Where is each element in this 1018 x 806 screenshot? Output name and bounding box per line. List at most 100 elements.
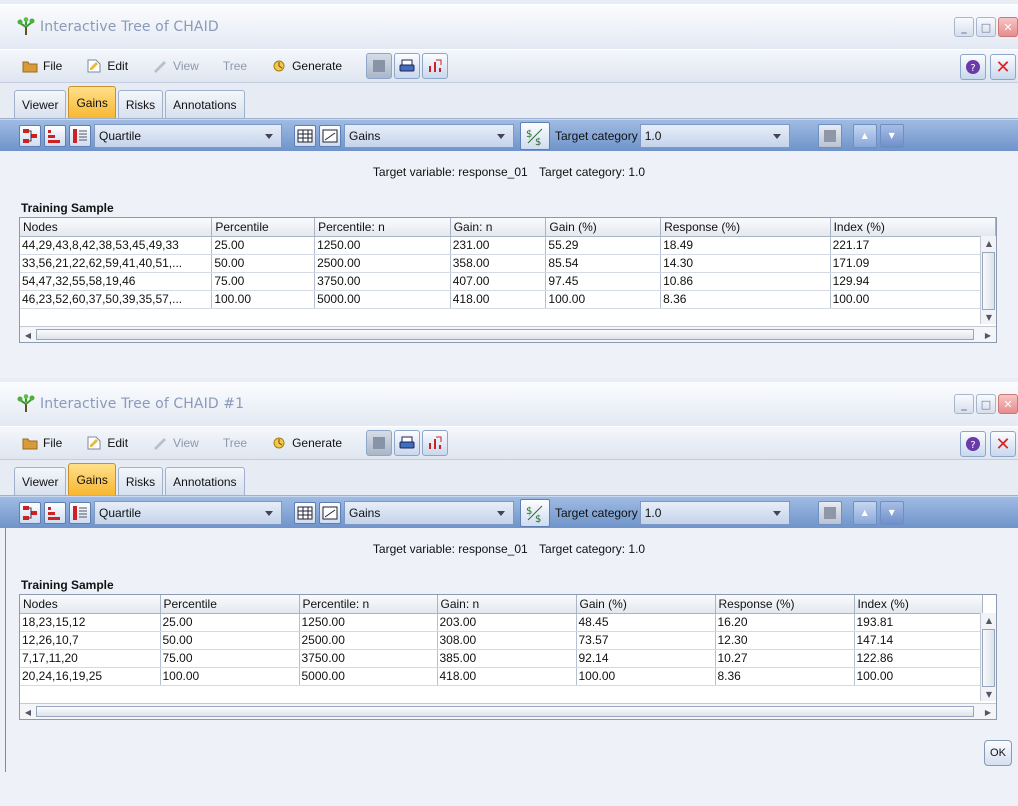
export-button[interactable] xyxy=(422,430,449,456)
target-category-select[interactable]: 1.0 xyxy=(639,123,790,148)
display-select[interactable]: Gains xyxy=(344,123,514,148)
scroll-up-icon[interactable]: ▲ xyxy=(982,236,996,250)
sort-descending-button[interactable]: ▼ xyxy=(879,123,904,148)
column-header[interactable]: Percentile: n xyxy=(314,218,451,237)
scroll-left-icon[interactable]: ◀ xyxy=(21,328,35,342)
table-row[interactable]: 20,24,16,19,25 100.00 5000.00 418.00 100.00 8… xyxy=(20,667,983,686)
table-row[interactable]: 44,29,43,8,42,38,53,45,49,33 25.00 1250.00… xyxy=(20,236,996,255)
minimize-button[interactable]: _ xyxy=(954,17,974,37)
table-row[interactable]: 12,26,10,7 50.00 2500.00 308.00 73.57 12.30 14… xyxy=(20,631,983,650)
column-header[interactable]: Percentile xyxy=(160,595,300,614)
table-cell: 3750.00 xyxy=(299,649,438,668)
chart-view-button[interactable] xyxy=(319,501,341,524)
table-cell: 100.00 xyxy=(160,667,300,686)
scroll-thumb[interactable] xyxy=(982,252,995,310)
maximize-button[interactable]: □ xyxy=(976,17,996,37)
display-select[interactable]: Gains xyxy=(344,500,514,525)
column-header[interactable]: Index (%) xyxy=(854,595,983,614)
table-row[interactable]: 18,23,15,12 25.00 1250.00 203.00 48.45 16.20 1… xyxy=(20,613,983,632)
table-cell: 1250.00 xyxy=(314,236,451,255)
export-button[interactable] xyxy=(422,53,449,79)
column-header[interactable]: Response (%) xyxy=(660,218,831,237)
scroll-right-icon[interactable]: ▶ xyxy=(981,705,995,719)
print-button[interactable] xyxy=(394,53,421,79)
table-row[interactable]: 54,47,32,55,58,19,46 75.00 3750.00 407.00 97… xyxy=(20,272,996,291)
column-header[interactable]: Nodes xyxy=(20,595,161,614)
menu-tree[interactable]: Tree xyxy=(223,59,247,73)
node-by-node-button[interactable] xyxy=(19,501,41,524)
column-header[interactable]: Nodes xyxy=(20,218,213,237)
menu-file[interactable]: File xyxy=(22,436,62,450)
print-button[interactable] xyxy=(394,430,421,456)
help-button[interactable]: ? xyxy=(960,431,986,457)
horizontal-scrollbar[interactable]: ◀ ▶ xyxy=(20,326,996,342)
window-close-button[interactable]: ✕ xyxy=(998,394,1018,414)
sort-ascending-button[interactable]: ▲ xyxy=(852,123,877,148)
menu-edit[interactable]: Edit xyxy=(86,59,128,73)
menu-view[interactable]: View xyxy=(152,436,199,450)
menu-edit[interactable]: Edit xyxy=(86,436,128,450)
node-by-node-button[interactable] xyxy=(19,124,41,147)
tab-viewer[interactable]: Viewer xyxy=(14,90,67,118)
help-button[interactable]: ? xyxy=(960,54,986,80)
scroll-left-icon[interactable]: ◀ xyxy=(21,705,35,719)
menu-generate[interactable]: Generate xyxy=(271,59,342,73)
grid-lines-button[interactable] xyxy=(817,500,842,525)
toolbar-disabled-button[interactable] xyxy=(366,430,393,456)
column-header[interactable]: Percentile xyxy=(211,218,316,237)
minimize-button[interactable]: _ xyxy=(954,394,974,414)
table-row[interactable]: 33,56,21,22,62,59,41,40,51,... 50.00 2500.… xyxy=(20,254,996,273)
chart-view-button[interactable] xyxy=(319,124,341,147)
column-header[interactable]: Percentile: n xyxy=(299,595,438,614)
column-header[interactable]: Response (%) xyxy=(715,595,855,614)
ok-button[interactable]: OK xyxy=(984,740,1012,766)
quantile-select[interactable]: Quartile xyxy=(94,500,282,525)
scroll-up-icon[interactable]: ▲ xyxy=(982,613,996,627)
column-header[interactable]: Gain: n xyxy=(437,595,577,614)
column-header[interactable]: Gain (%) xyxy=(576,595,716,614)
scroll-thumb-horizontal[interactable] xyxy=(36,706,974,717)
quantile-toggle-button[interactable] xyxy=(69,124,91,147)
sort-ascending-button[interactable]: ▲ xyxy=(852,500,877,525)
cumulative-button[interactable] xyxy=(44,124,66,147)
profit-button[interactable]: $ $ xyxy=(520,498,550,527)
close-button[interactable]: ✕ xyxy=(990,431,1016,457)
maximize-button[interactable]: □ xyxy=(976,394,996,414)
column-header[interactable]: Gain (%) xyxy=(545,218,662,237)
table-view-button[interactable] xyxy=(294,501,316,524)
table-row[interactable]: 46,23,52,60,37,50,39,35,57,... 100.00 5000… xyxy=(20,290,996,309)
menu-generate[interactable]: Generate xyxy=(271,436,342,450)
scroll-right-icon[interactable]: ▶ xyxy=(981,328,995,342)
grid-lines-button[interactable] xyxy=(817,123,842,148)
scroll-thumb[interactable] xyxy=(982,629,995,687)
cumulative-button[interactable] xyxy=(44,501,66,524)
column-header[interactable]: Index (%) xyxy=(830,218,996,237)
tab-annotations[interactable]: Annotations xyxy=(165,90,245,118)
vertical-scrollbar[interactable]: ▲ ▼ xyxy=(980,613,996,701)
tab-gains[interactable]: Gains xyxy=(68,463,116,495)
profit-button[interactable]: $ $ xyxy=(520,121,550,150)
sort-descending-button[interactable]: ▼ xyxy=(879,500,904,525)
tab-annotations[interactable]: Annotations xyxy=(165,467,245,495)
quantile-toggle-button[interactable] xyxy=(69,501,91,524)
menu-tree[interactable]: Tree xyxy=(223,436,247,450)
menu-view[interactable]: View xyxy=(152,59,199,73)
tab-viewer[interactable]: Viewer xyxy=(14,467,67,495)
quantile-select[interactable]: Quartile xyxy=(94,123,282,148)
horizontal-scrollbar[interactable]: ◀ ▶ xyxy=(20,703,996,719)
toolbar-disabled-button[interactable] xyxy=(366,53,393,79)
tab-risks[interactable]: Risks xyxy=(117,467,164,495)
table-view-button[interactable] xyxy=(294,124,316,147)
menu-file[interactable]: File xyxy=(22,59,62,73)
window-close-button[interactable]: ✕ xyxy=(998,17,1018,37)
tab-gains[interactable]: Gains xyxy=(68,86,116,118)
column-header[interactable]: Gain: n xyxy=(450,218,547,237)
close-button[interactable]: ✕ xyxy=(990,54,1016,80)
table-row[interactable]: 7,17,11,20 75.00 3750.00 385.00 92.14 10.27 12… xyxy=(20,649,983,668)
tab-risks[interactable]: Risks xyxy=(117,90,164,118)
scroll-thumb-horizontal[interactable] xyxy=(36,329,974,340)
vertical-scrollbar[interactable]: ▲ ▼ xyxy=(980,236,996,324)
scroll-down-icon[interactable]: ▼ xyxy=(982,687,996,701)
target-category-select[interactable]: 1.0 xyxy=(639,500,790,525)
scroll-down-icon[interactable]: ▼ xyxy=(982,310,996,324)
